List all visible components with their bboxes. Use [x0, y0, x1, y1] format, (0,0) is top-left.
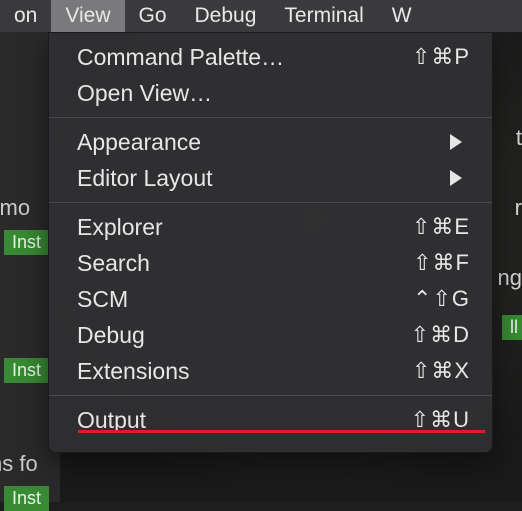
menu-open-view[interactable]: Open View…: [49, 75, 492, 111]
highlight-underline: [78, 430, 485, 433]
menu-item-shortcut: ⇧⌘D: [411, 322, 470, 348]
menu-debug-view[interactable]: Debug ⇧⌘D: [49, 317, 492, 353]
submenu-arrow-icon: [450, 134, 462, 150]
menu-command-palette[interactable]: Command Palette… ⇧⌘P: [49, 39, 492, 75]
menu-item-shortcut: ⌃⇧G: [413, 286, 470, 312]
menu-scm[interactable]: SCM ⌃⇧G: [49, 281, 492, 317]
bg-text-remote: remo: [0, 195, 30, 221]
menu-item-label: SCM: [77, 286, 413, 313]
menu-item-label: Debug: [77, 322, 411, 349]
menu-item-label: Extensions: [77, 358, 412, 385]
menu-item-label: Command Palette…: [77, 44, 412, 71]
dropdown-section-3: Explorer ⇧⌘E Search ⇧⌘F SCM ⌃⇧G Debug ⇧⌘…: [49, 202, 492, 395]
view-dropdown: Command Palette… ⇧⌘P Open View… Appearan…: [48, 32, 493, 453]
menu-debug[interactable]: Debug: [181, 0, 271, 32]
menu-item-shortcut: ⇧⌘X: [412, 358, 470, 384]
bg-code-t: t: [516, 125, 522, 151]
dropdown-section-4: Output ⇧⌘U: [49, 395, 492, 444]
menu-go[interactable]: Go: [125, 0, 181, 32]
menu-search[interactable]: Search ⇧⌘F: [49, 245, 492, 281]
menubar: on View Go Debug Terminal W: [0, 0, 522, 32]
menu-item-label: Search: [77, 250, 413, 277]
menu-appearance[interactable]: Appearance: [49, 124, 492, 160]
menu-item-shortcut: ⇧⌘P: [412, 44, 470, 70]
menu-partial-right[interactable]: W: [378, 0, 426, 32]
bg-code-ng: ng: [498, 265, 522, 291]
menu-editor-layout[interactable]: Editor Layout: [49, 160, 492, 196]
menu-terminal[interactable]: Terminal: [270, 0, 377, 32]
menu-item-shortcut: ⇧⌘F: [413, 250, 470, 276]
menu-explorer[interactable]: Explorer ⇧⌘E: [49, 209, 492, 245]
menu-item-partial[interactable]: on: [0, 0, 51, 32]
install-button-3[interactable]: Inst: [4, 486, 49, 511]
menu-extensions[interactable]: Extensions ⇧⌘X: [49, 353, 492, 389]
dropdown-section-2: Appearance Editor Layout: [49, 117, 492, 202]
install-button-2[interactable]: Inst: [4, 358, 49, 383]
install-button-1[interactable]: Inst: [4, 230, 49, 255]
bg-text-nsfo: ns fo: [0, 451, 38, 477]
menu-item-label: Explorer: [77, 214, 412, 241]
submenu-arrow-icon: [450, 170, 462, 186]
menu-item-label: Editor Layout: [77, 165, 450, 192]
bg-install-badge[interactable]: ll: [502, 315, 522, 340]
menu-item-label: Open View…: [77, 80, 470, 107]
dropdown-section-1: Command Palette… ⇧⌘P Open View…: [49, 33, 492, 117]
bg-code-r: r: [515, 195, 522, 221]
menu-item-label: Appearance: [77, 129, 450, 156]
menu-view[interactable]: View: [51, 0, 124, 32]
menu-item-shortcut: ⇧⌘E: [412, 214, 470, 240]
